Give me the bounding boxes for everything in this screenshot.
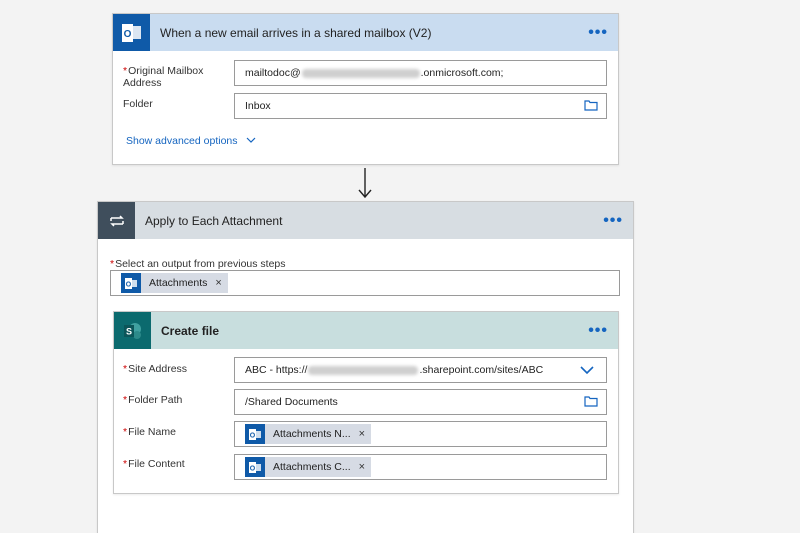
svg-text:O: O bbox=[250, 465, 256, 472]
outlook-icon: O bbox=[113, 14, 150, 51]
create-file-header[interactable]: S Create file ••• bbox=[114, 312, 618, 349]
select-output-label: *Select an output from previous steps bbox=[110, 258, 286, 270]
site-address-label: *Site Address bbox=[123, 363, 188, 375]
folder-label: Folder bbox=[123, 98, 153, 110]
apply-each-title: Apply to Each Attachment bbox=[145, 213, 283, 228]
apply-each-more-button[interactable]: ••• bbox=[603, 212, 623, 228]
remove-token-button[interactable]: × bbox=[359, 461, 365, 473]
trigger-card: O When a new email arrives in a shared m… bbox=[112, 13, 619, 165]
outlook-icon: O bbox=[121, 273, 141, 293]
file-content-token-label: Attachments C... bbox=[273, 461, 351, 473]
file-content-label: *File Content bbox=[123, 458, 185, 470]
file-content-input[interactable]: O Attachments C... × bbox=[234, 454, 607, 480]
create-file-more-button[interactable]: ••• bbox=[588, 322, 608, 338]
attachments-content-token: O Attachments C... × bbox=[245, 457, 372, 477]
select-output-input[interactable]: O Attachments × bbox=[110, 270, 620, 296]
folder-icon[interactable] bbox=[584, 395, 598, 410]
outlook-icon: O bbox=[245, 424, 265, 444]
outlook-icon: O bbox=[245, 457, 265, 477]
folder-input[interactable]: Inbox bbox=[234, 93, 607, 119]
trigger-title: When a new email arrives in a shared mai… bbox=[160, 25, 432, 40]
connector-arrow bbox=[355, 166, 375, 200]
original-mailbox-input[interactable]: mailtodoc@ .onmicrosoft.com; bbox=[234, 60, 607, 86]
remove-token-button[interactable]: × bbox=[215, 277, 221, 289]
svg-text:S: S bbox=[125, 326, 131, 336]
show-advanced-options-link[interactable]: Show advanced options bbox=[126, 135, 256, 147]
folder-value: Inbox bbox=[245, 100, 271, 112]
folder-icon[interactable] bbox=[584, 99, 598, 114]
loop-icon bbox=[98, 202, 135, 239]
svg-text:O: O bbox=[126, 281, 132, 288]
chevron-down-icon[interactable] bbox=[580, 366, 594, 378]
folder-path-input[interactable]: /Shared Documents bbox=[234, 389, 607, 415]
site-address-prefix: ABC - https:// bbox=[245, 364, 308, 376]
trigger-more-button[interactable]: ••• bbox=[588, 24, 608, 40]
create-file-title: Create file bbox=[161, 323, 220, 338]
create-file-card: S Create file ••• *Site Address ABC - ht… bbox=[113, 311, 619, 494]
folder-path-value: /Shared Documents bbox=[245, 396, 338, 408]
chevron-down-icon bbox=[246, 137, 256, 143]
file-name-input[interactable]: O Attachments N... × bbox=[234, 421, 607, 447]
attachments-token: O Attachments × bbox=[121, 273, 228, 293]
original-mailbox-label: *Original Mailbox Address bbox=[123, 65, 204, 89]
svg-text:O: O bbox=[123, 29, 131, 40]
apply-each-header[interactable]: Apply to Each Attachment ••• bbox=[98, 202, 633, 239]
apply-each-card: Apply to Each Attachment ••• *Select an … bbox=[97, 201, 634, 533]
file-name-label: *File Name bbox=[123, 426, 176, 438]
attachments-token-label: Attachments bbox=[149, 277, 208, 289]
redacted-text bbox=[308, 365, 419, 375]
trigger-header[interactable]: O When a new email arrives in a shared m… bbox=[113, 14, 618, 51]
mailbox-value-prefix: mailtodoc@ bbox=[245, 67, 301, 79]
site-address-dropdown[interactable]: ABC - https:// .sharepoint.com/sites/ABC bbox=[234, 357, 607, 383]
svg-text:O: O bbox=[250, 432, 256, 439]
sharepoint-icon: S bbox=[114, 312, 151, 349]
file-name-token-label: Attachments N... bbox=[273, 428, 351, 440]
remove-token-button[interactable]: × bbox=[359, 428, 365, 440]
mailbox-value-suffix: .onmicrosoft.com; bbox=[420, 67, 504, 79]
attachments-name-token: O Attachments N... × bbox=[245, 424, 372, 444]
redacted-text bbox=[301, 68, 420, 78]
site-address-suffix: .sharepoint.com/sites/ABC bbox=[419, 364, 544, 376]
folder-path-label: *Folder Path bbox=[123, 394, 183, 406]
